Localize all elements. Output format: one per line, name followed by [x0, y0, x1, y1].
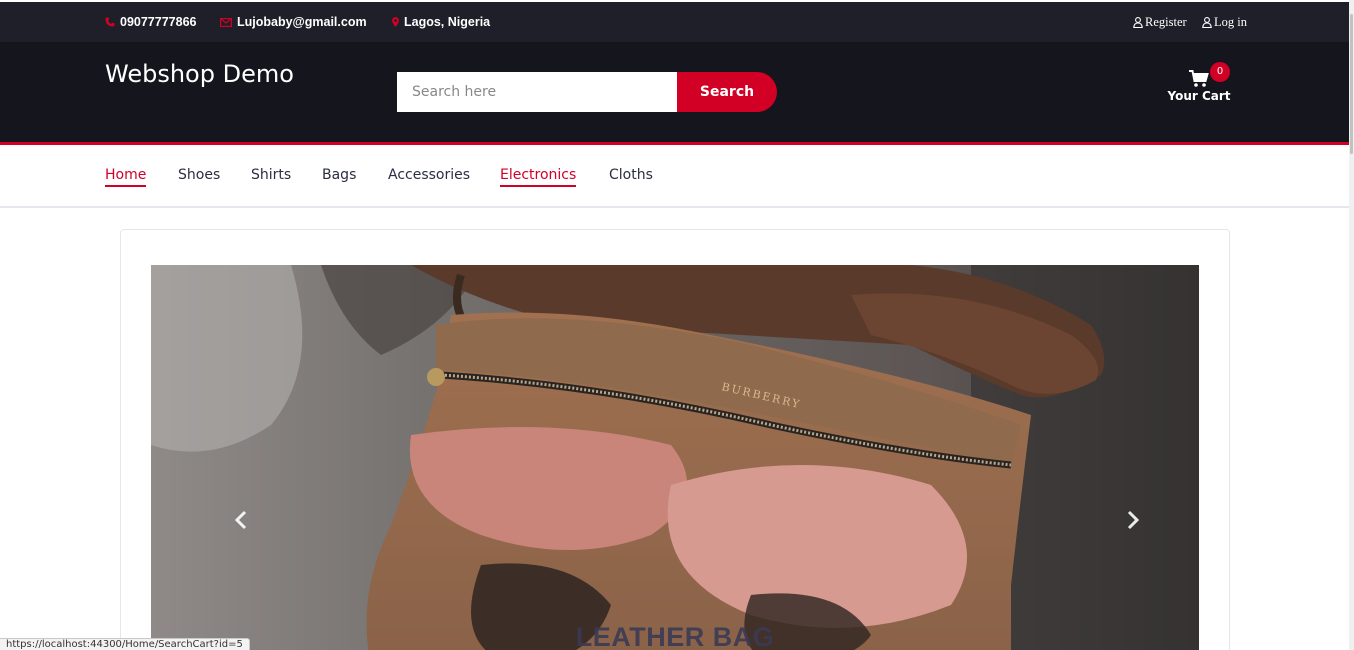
phone-icon: [105, 17, 115, 27]
carousel-slide-image: BURBERRY: [151, 265, 1199, 650]
nav-item-electronics[interactable]: Electronics: [500, 167, 577, 187]
nav-item-cloths[interactable]: Cloths: [609, 167, 653, 185]
browser-status-url: https://localhost:44300/Home/SearchCart?…: [0, 638, 250, 650]
user-icon: [1133, 16, 1143, 28]
search-button[interactable]: Search: [677, 72, 777, 112]
phone-info[interactable]: 09077777866: [105, 2, 196, 42]
login-label: Log in: [1214, 14, 1247, 29]
chevron-left-icon: [234, 510, 247, 530]
login-link[interactable]: Log in: [1202, 2, 1247, 42]
scrollbar-thumb[interactable]: [1350, 14, 1353, 154]
email-text: Lujobaby@gmail.com: [237, 15, 367, 29]
register-link[interactable]: Register: [1133, 2, 1187, 42]
site-logo[interactable]: Webshop Demo: [105, 60, 294, 88]
chevron-right-icon: [1127, 510, 1140, 530]
phone-text: 09077777866: [120, 15, 197, 29]
nav-item-accessories[interactable]: Accessories: [388, 167, 470, 185]
carousel-caption: LEATHER BAG: [575, 622, 775, 650]
search-input[interactable]: [397, 72, 677, 112]
user-icon: [1202, 16, 1212, 28]
header: Webshop Demo Search Your Cart 0: [0, 42, 1354, 142]
email-info[interactable]: Lujobaby@gmail.com: [220, 2, 367, 42]
carousel-prev-button[interactable]: [226, 505, 256, 535]
cart-count-badge: 0: [1210, 62, 1230, 82]
nav-item-bags[interactable]: Bags: [322, 167, 356, 185]
nav-item-home[interactable]: Home: [105, 167, 147, 187]
location-info[interactable]: Lagos, Nigeria: [392, 2, 490, 42]
carousel-next-button[interactable]: [1118, 505, 1148, 535]
page: 09077777866 Lujobaby@gmail.com Lagos, Ni…: [0, 0, 1354, 650]
top-bar: 09077777866 Lujobaby@gmail.com Lagos, Ni…: [0, 2, 1354, 42]
map-marker-icon: [392, 17, 399, 27]
envelope-icon: [220, 17, 232, 27]
shopping-cart-icon: [1189, 70, 1209, 87]
main-nav: Home Shoes Shirts Bags Accessories Elect…: [0, 145, 1354, 208]
location-text: Lagos, Nigeria: [404, 15, 491, 29]
nav-item-shirts[interactable]: Shirts: [251, 167, 291, 185]
cart-label: Your Cart: [1167, 89, 1231, 103]
nav-item-shoes[interactable]: Shoes: [178, 167, 220, 185]
page-scrollbar[interactable]: [1349, 0, 1354, 650]
cart-button[interactable]: Your Cart 0: [1163, 62, 1235, 112]
register-label: Register: [1145, 14, 1187, 29]
